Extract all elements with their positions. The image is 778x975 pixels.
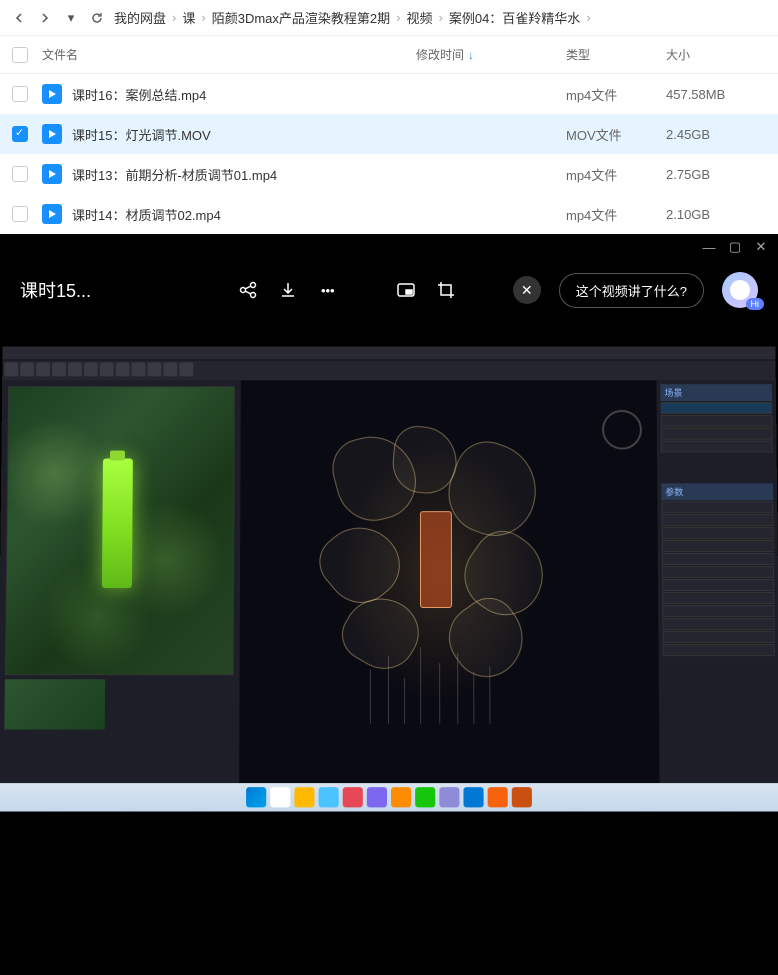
- chevron-right-icon: ›: [396, 10, 400, 25]
- task-icon: [415, 787, 435, 807]
- file-size: 2.75GB: [666, 167, 766, 182]
- file-type: mp4文件: [566, 165, 666, 184]
- maximize-button[interactable]: ▢: [728, 240, 742, 254]
- task-icon: [391, 787, 411, 807]
- file-row[interactable]: 课时15：灯光调节.MOV MOV文件 2.45GB: [0, 114, 778, 154]
- crumb-4[interactable]: 案例04：百雀羚精华水: [449, 8, 580, 27]
- header-size[interactable]: 大小: [666, 46, 766, 63]
- row-checkbox[interactable]: [12, 166, 28, 182]
- sort-down-icon: ↓: [468, 48, 474, 62]
- video-player: — ▢ ✕ 课时15... ••• ✕ 这个视频讲了什么? Hi: [0, 234, 778, 975]
- chevron-right-icon: ›: [172, 10, 176, 25]
- hi-badge: Hi: [746, 298, 765, 310]
- row-checkbox[interactable]: [12, 206, 28, 222]
- task-icon: [463, 787, 483, 807]
- task-icon: [343, 787, 363, 807]
- refresh-button[interactable]: [88, 9, 106, 27]
- task-icon: [270, 787, 290, 807]
- row-checkbox[interactable]: [12, 86, 28, 102]
- video-content[interactable]: 场景 参数: [0, 320, 778, 880]
- select-all-checkbox[interactable]: [12, 47, 28, 63]
- minimize-button[interactable]: —: [702, 240, 716, 254]
- file-row[interactable]: 课时13：前期分析-材质调节01.mp4 mp4文件 2.75GB: [0, 154, 778, 194]
- product-bottle: [102, 458, 133, 588]
- back-button[interactable]: [10, 9, 28, 27]
- task-icon: [367, 787, 387, 807]
- table-header: 文件名 修改时间↓ 类型 大小: [0, 36, 778, 74]
- task-icon: [488, 787, 508, 807]
- breadcrumb: 我的网盘 › 课 › 陌颜3Dmax产品渲染教程第2期 › 视频 › 案例04：百雀羚精…: [114, 8, 591, 27]
- chevron-right-icon: ›: [201, 10, 205, 25]
- share-icon[interactable]: [237, 279, 259, 301]
- file-type: mp4文件: [566, 205, 666, 224]
- ai-avatar[interactable]: Hi: [722, 272, 758, 308]
- header-name[interactable]: 文件名: [42, 46, 416, 63]
- video-title: 课时15...: [20, 277, 91, 303]
- crumb-root[interactable]: 我的网盘: [114, 8, 166, 27]
- chevron-right-icon: ›: [439, 10, 443, 25]
- close-button[interactable]: ✕: [754, 240, 768, 254]
- video-file-icon: [42, 204, 62, 224]
- file-row[interactable]: 课时16：案例总结.mp4 mp4文件 457.58MB: [0, 74, 778, 114]
- header-type[interactable]: 类型: [566, 46, 666, 63]
- crop-icon[interactable]: [435, 279, 457, 301]
- app-menubar: [2, 347, 775, 361]
- nav-bar: ▾ 我的网盘 › 课 › 陌颜3Dmax产品渲染教程第2期 › 视频 › 案例04：百雀…: [0, 0, 778, 36]
- task-icon: [512, 787, 532, 807]
- task-icon: [294, 787, 314, 807]
- thumbnail: [4, 679, 105, 729]
- task-icon: [319, 787, 339, 807]
- file-type: MOV文件: [566, 125, 666, 144]
- forward-button[interactable]: [36, 9, 54, 27]
- file-name: 课时13：前期分析-材质调节01.mp4: [72, 165, 416, 184]
- product-wireframe: [420, 511, 452, 608]
- crumb-1[interactable]: 课: [182, 8, 195, 27]
- file-size: 2.10GB: [666, 207, 766, 222]
- file-name: 课时16：案例总结.mp4: [72, 85, 416, 104]
- reference-panel: [0, 380, 241, 785]
- row-checkbox[interactable]: [12, 126, 28, 142]
- more-icon[interactable]: •••: [317, 279, 339, 301]
- dropdown-button[interactable]: ▾: [62, 9, 80, 27]
- window-titlebar: — ▢ ✕: [0, 234, 778, 260]
- video-toolbar: 课时15... ••• ✕ 这个视频讲了什么? Hi: [0, 260, 778, 320]
- chevron-right-icon: ›: [586, 10, 590, 25]
- download-icon[interactable]: [277, 279, 299, 301]
- pip-icon[interactable]: [395, 279, 417, 301]
- crumb-2[interactable]: 陌颜3Dmax产品渲染教程第2期: [212, 8, 390, 27]
- viewport-3d: [239, 380, 660, 785]
- ai-prompt-button[interactable]: 这个视频讲了什么?: [559, 273, 704, 308]
- crumb-3[interactable]: 视频: [406, 8, 432, 27]
- file-size: 457.58MB: [666, 87, 766, 102]
- windows-taskbar: [0, 783, 778, 811]
- file-name: 课时14：材质调节02.mp4: [72, 205, 416, 224]
- video-file-icon: [42, 124, 62, 144]
- viewcube-icon: [602, 410, 642, 450]
- video-letterbox: [0, 880, 778, 975]
- video-file-icon: [42, 84, 62, 104]
- file-name: 课时15：灯光调节.MOV: [72, 125, 416, 144]
- reference-image: [5, 386, 235, 675]
- dismiss-button[interactable]: ✕: [513, 276, 541, 304]
- app-toolbar: [2, 361, 776, 381]
- video-file-icon: [42, 164, 62, 184]
- file-row[interactable]: 课时14：材质调节02.mp4 mp4文件 2.10GB: [0, 194, 778, 234]
- task-icon: [439, 787, 459, 807]
- file-size: 2.45GB: [666, 127, 766, 142]
- start-icon: [246, 787, 266, 807]
- command-panel: 场景 参数: [656, 380, 778, 785]
- header-date[interactable]: 修改时间↓: [416, 46, 566, 63]
- file-type: mp4文件: [566, 85, 666, 104]
